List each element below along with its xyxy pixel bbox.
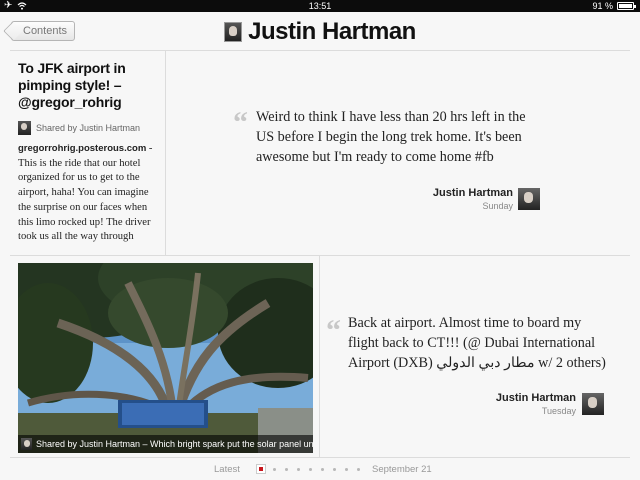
quote-mark-icon: “ xyxy=(233,106,248,139)
post-time: Sunday xyxy=(482,201,513,211)
author-name: Justin Hartman xyxy=(432,187,513,199)
article-tile[interactable]: To JFK airport in pimping style! – @greg… xyxy=(18,60,160,246)
checkin-text: Back at airport. Almost time to board my… xyxy=(348,315,606,371)
page-dot[interactable] xyxy=(297,468,300,471)
article-title: To JFK airport in pimping style! – @greg… xyxy=(18,60,126,110)
tree-photo xyxy=(18,263,313,453)
quote-mark-icon: “ xyxy=(326,314,341,347)
page-dot[interactable] xyxy=(333,468,336,471)
article-source: gregorrohrig.posterous.com xyxy=(18,143,147,154)
header: Contents Justin Hartman xyxy=(0,12,640,52)
pager-date-label[interactable]: September 21 xyxy=(372,464,432,475)
author-name: Justin Hartman xyxy=(495,392,576,404)
page-dot[interactable] xyxy=(273,468,276,471)
page-dot[interactable] xyxy=(357,468,360,471)
checkin-attribution: Justin Hartman Tuesday xyxy=(476,392,576,416)
shared-by-label: Shared by Justin Hartman xyxy=(36,123,141,133)
tile-divider xyxy=(165,51,166,255)
page-dot[interactable] xyxy=(285,468,288,471)
current-page-marker xyxy=(256,464,266,474)
tile-divider xyxy=(319,256,320,457)
avatar xyxy=(18,121,31,135)
author-avatar xyxy=(518,188,540,210)
page-indicator[interactable]: Latest September 21 xyxy=(0,462,640,478)
post-time: Tuesday xyxy=(541,406,576,416)
checkin-tile[interactable]: “ Back at airport. Almost time to board … xyxy=(326,314,616,384)
page-dot[interactable] xyxy=(321,468,324,471)
battery-icon xyxy=(617,2,636,10)
article-excerpt: gregorrohrig.posterous.com - This is the… xyxy=(18,142,160,246)
status-time: 13:51 xyxy=(308,1,332,11)
photo-caption-text: Shared by Justin Hartman – Which bright … xyxy=(36,439,313,449)
page-dot[interactable] xyxy=(345,468,348,471)
tile-divider xyxy=(10,255,630,256)
tweet-text: Weird to think I have less than 20 hrs l… xyxy=(256,109,526,165)
battery-percent: 91 % xyxy=(592,1,613,11)
tweet-attribution: Justin Hartman Sunday xyxy=(413,187,513,211)
profile-avatar xyxy=(224,22,243,42)
status-bar: ✈ 13:51 91 % xyxy=(0,0,640,12)
header-divider xyxy=(10,50,630,51)
photo-tile[interactable]: Shared by Justin Hartman – Which bright … xyxy=(18,263,313,453)
page-dot[interactable] xyxy=(309,468,312,471)
photo-caption: Shared by Justin Hartman – Which bright … xyxy=(18,435,313,453)
avatar xyxy=(21,438,32,450)
pager-latest-label[interactable]: Latest xyxy=(214,464,240,475)
footer-divider xyxy=(10,457,630,458)
author-avatar xyxy=(582,393,604,415)
page-title: Justin Hartman xyxy=(248,18,416,45)
article-body: - This is the ride that our hotel organi… xyxy=(18,143,154,246)
